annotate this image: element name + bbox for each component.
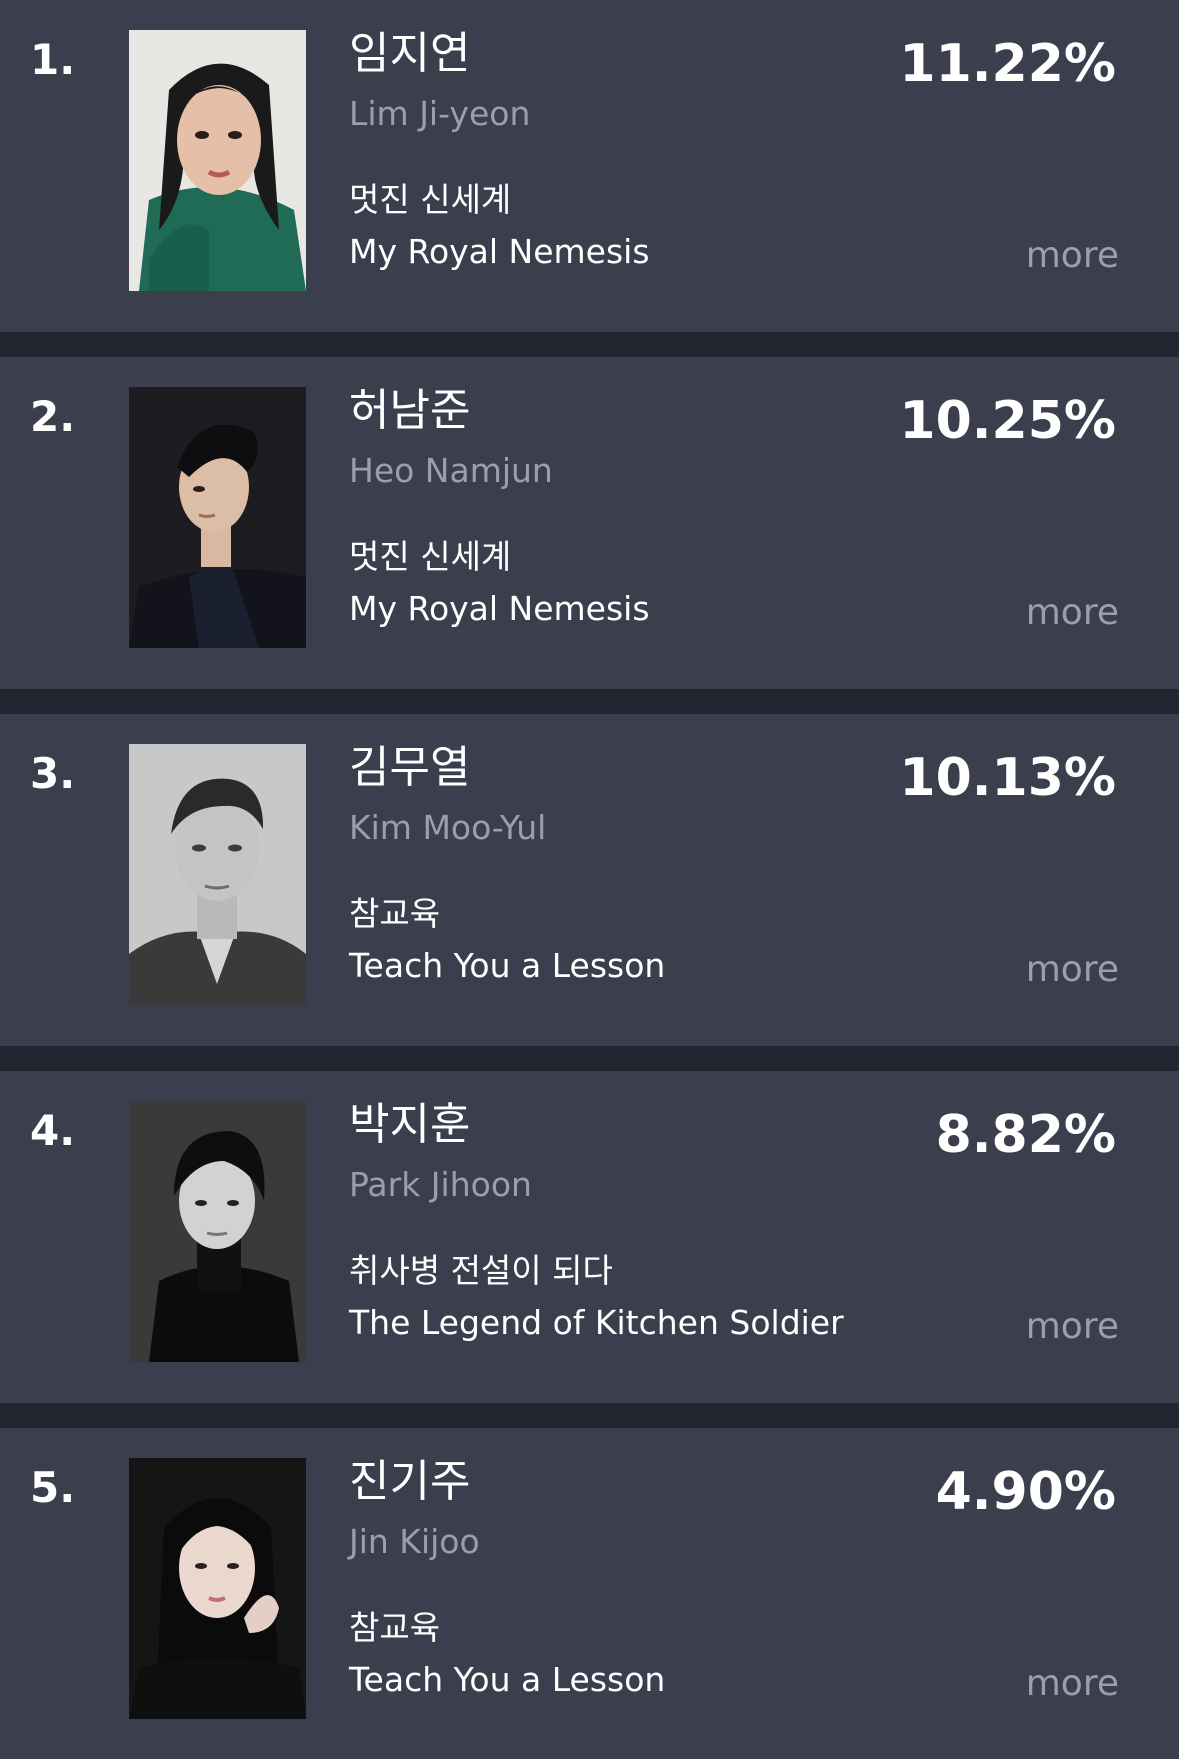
more-link[interactable]: more xyxy=(1026,236,1119,276)
actor-name-korean: 임지연 xyxy=(349,28,471,79)
more-link[interactable]: more xyxy=(1026,950,1119,990)
show-title-korean: 멋진 신세계 xyxy=(349,180,512,219)
actor-name-korean: 진기주 xyxy=(349,1456,471,1507)
actor-photo[interactable] xyxy=(129,387,306,648)
vote-percentage: 11.22% xyxy=(899,34,1116,94)
vote-percentage: 10.13% xyxy=(899,748,1116,808)
rank-number: 3. xyxy=(30,749,76,798)
ranking-row: 1. 임지연 Lim Ji-yeon 멋진 신세계 My Royal Nemes… xyxy=(0,0,1179,332)
actor-name-korean: 박지훈 xyxy=(349,1099,471,1150)
show-title-korean: 멋진 신세계 xyxy=(349,537,512,576)
vote-percentage: 8.82% xyxy=(935,1105,1116,1165)
rank-number: 5. xyxy=(30,1463,76,1512)
show-title-english: My Royal Nemesis xyxy=(349,232,650,271)
ranking-row: 3. 김무열 Kim Moo-Yul 참교육 Teach You a Lesso… xyxy=(0,714,1179,1046)
vote-percentage: 4.90% xyxy=(935,1462,1116,1522)
actor-photo[interactable] xyxy=(129,744,306,1005)
rank-number: 4. xyxy=(30,1106,76,1155)
show-title-english: My Royal Nemesis xyxy=(349,589,650,628)
ranking-row: 4. 박지훈 Park Jihoon 취사병 전설이 되다 The Legend… xyxy=(0,1071,1179,1403)
actor-name-english: Heo Namjun xyxy=(349,451,553,490)
actor-photo[interactable] xyxy=(129,1101,306,1362)
actor-name-korean: 허남준 xyxy=(349,385,471,436)
actor-name-english: Lim Ji-yeon xyxy=(349,94,531,133)
actor-photo[interactable] xyxy=(129,30,306,291)
actor-name-english: Kim Moo-Yul xyxy=(349,808,547,847)
more-link[interactable]: more xyxy=(1026,1664,1119,1704)
more-link[interactable]: more xyxy=(1026,1307,1119,1347)
rank-number: 2. xyxy=(30,392,76,441)
rank-number: 1. xyxy=(30,35,76,84)
vote-percentage: 10.25% xyxy=(899,391,1116,451)
show-title-english: Teach You a Lesson xyxy=(349,946,666,985)
show-title-korean: 취사병 전설이 되다 xyxy=(349,1251,613,1290)
show-title-english: Teach You a Lesson xyxy=(349,1660,666,1699)
ranking-row: 5. 진기주 Jin Kijoo 참교육 Teach You a Lesson … xyxy=(0,1428,1179,1759)
ranking-row: 2. 허남준 Heo Namjun 멋진 신세계 My Royal Nemesi… xyxy=(0,357,1179,689)
show-title-korean: 참교육 xyxy=(349,894,441,933)
ranking-list: 1. 임지연 Lim Ji-yeon 멋진 신세계 My Royal Nemes… xyxy=(0,0,1179,1759)
actor-name-english: Jin Kijoo xyxy=(349,1522,480,1561)
show-title-english: The Legend of Kitchen Soldier xyxy=(349,1303,844,1342)
actor-photo[interactable] xyxy=(129,1458,306,1719)
actor-name-english: Park Jihoon xyxy=(349,1165,532,1204)
actor-name-korean: 김무열 xyxy=(349,742,471,793)
more-link[interactable]: more xyxy=(1026,593,1119,633)
show-title-korean: 참교육 xyxy=(349,1608,441,1647)
